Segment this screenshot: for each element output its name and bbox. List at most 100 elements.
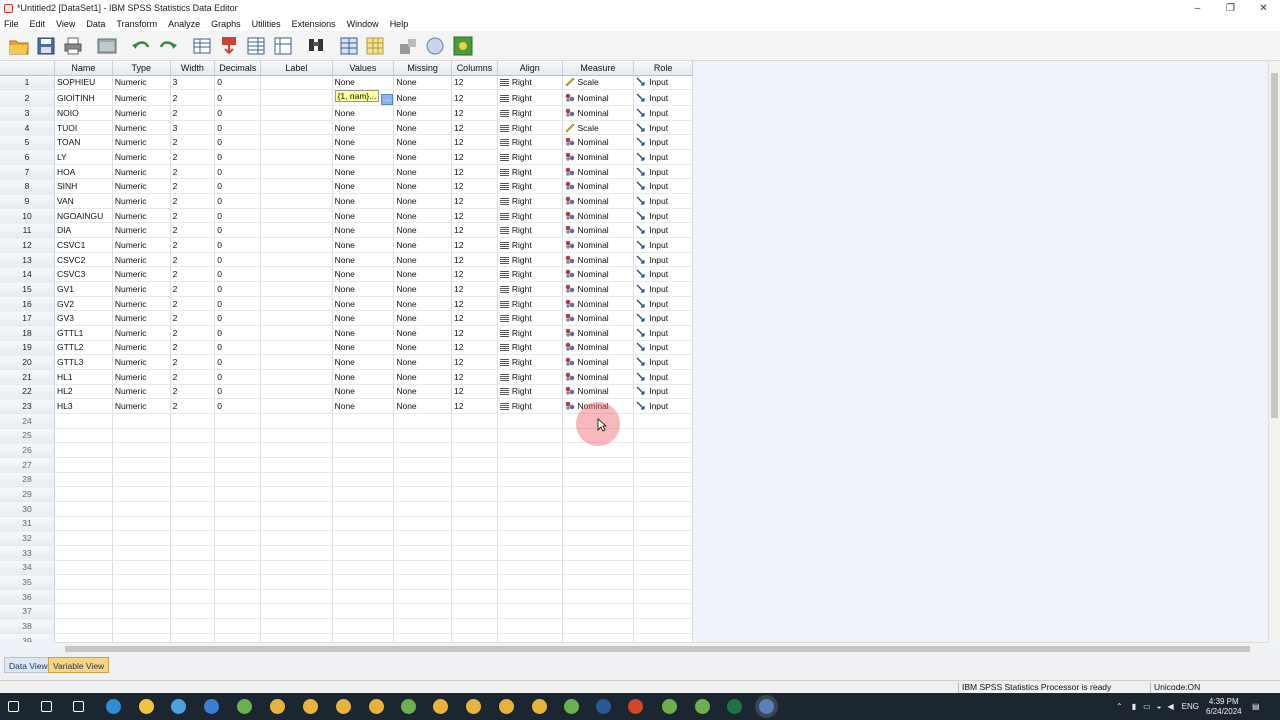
type-cell[interactable]: Numeric: [112, 208, 171, 224]
empty-cell[interactable]: [214, 472, 262, 488]
role-cell[interactable]: Input: [633, 252, 693, 268]
row-number[interactable]: 18: [0, 325, 55, 341]
type-cell[interactable]: Numeric: [112, 149, 171, 165]
label-cell[interactable]: [260, 89, 333, 107]
row-number[interactable]: 22: [0, 384, 55, 400]
columns-cell[interactable]: 12: [451, 89, 498, 107]
empty-cell[interactable]: [170, 530, 216, 546]
empty-cell[interactable]: [633, 501, 693, 517]
empty-cell[interactable]: [332, 603, 395, 620]
empty-cell[interactable]: [170, 574, 216, 590]
row-number[interactable]: 27: [0, 457, 55, 473]
empty-cell[interactable]: [497, 442, 563, 458]
empty-cell[interactable]: [170, 560, 216, 576]
type-cell[interactable]: Numeric: [112, 89, 171, 107]
menu-help[interactable]: Help: [390, 19, 409, 29]
empty-cell[interactable]: [562, 413, 635, 429]
name-cell[interactable]: SINH: [54, 178, 113, 195]
decimals-cell[interactable]: 0: [214, 222, 262, 239]
empty-cell[interactable]: [451, 560, 498, 576]
align-cell[interactable]: Right: [497, 149, 563, 165]
columns-cell[interactable]: 12: [451, 369, 498, 385]
empty-cell[interactable]: [260, 574, 333, 590]
width-cell[interactable]: 2: [170, 354, 216, 370]
empty-cell[interactable]: [260, 413, 333, 429]
label-cell[interactable]: [260, 325, 333, 341]
align-cell[interactable]: Right: [497, 134, 563, 151]
empty-cell[interactable]: [562, 618, 635, 634]
columns-cell[interactable]: 12: [451, 222, 498, 239]
chrome-icon[interactable]: [336, 699, 351, 714]
role-cell[interactable]: Input: [633, 193, 693, 209]
width-cell[interactable]: 3: [170, 75, 216, 91]
empty-cell[interactable]: [451, 589, 498, 605]
value-labels-text[interactable]: {1, nam}...: [334, 90, 380, 103]
powerpoint-icon[interactable]: [628, 699, 643, 714]
columns-cell[interactable]: 12: [451, 105, 498, 121]
menu-edit[interactable]: Edit: [30, 19, 46, 29]
width-cell[interactable]: 2: [170, 164, 216, 180]
missing-cell[interactable]: None: [393, 340, 453, 356]
values-cell[interactable]: None: [332, 310, 395, 326]
notification-icon[interactable]: ▤: [1252, 693, 1260, 720]
columns-cell[interactable]: 12: [451, 208, 498, 224]
name-cell[interactable]: SOPHIEU: [54, 75, 113, 91]
values-cell[interactable]: None: [332, 120, 395, 136]
empty-cell[interactable]: [214, 545, 262, 561]
empty-cell[interactable]: [393, 501, 453, 517]
empty-cell[interactable]: [54, 472, 113, 488]
missing-cell[interactable]: None: [393, 193, 453, 209]
select-cases-icon[interactable]: [398, 35, 420, 57]
empty-cell[interactable]: [497, 530, 563, 546]
width-cell[interactable]: 2: [170, 369, 216, 385]
empty-cell[interactable]: [214, 633, 262, 642]
missing-cell[interactable]: None: [393, 252, 453, 268]
empty-cell[interactable]: [562, 574, 635, 590]
type-cell[interactable]: Numeric: [112, 340, 171, 356]
go-to-variable-icon[interactable]: [218, 35, 240, 57]
values-cell[interactable]: None: [332, 296, 395, 312]
measure-cell[interactable]: Nominal: [562, 193, 635, 209]
decimals-cell[interactable]: 0: [214, 193, 262, 209]
chrome-icon[interactable]: [466, 699, 481, 714]
empty-cell[interactable]: [451, 486, 498, 502]
empty-cell[interactable]: [451, 545, 498, 561]
vertical-scroll-thumb[interactable]: [1271, 73, 1278, 418]
row-number[interactable]: 24: [0, 413, 55, 429]
empty-cell[interactable]: [497, 633, 563, 642]
columns-cell[interactable]: 12: [451, 325, 498, 341]
empty-cell[interactable]: [393, 603, 453, 620]
empty-cell[interactable]: [260, 633, 333, 642]
role-cell[interactable]: Input: [633, 120, 693, 136]
measure-cell[interactable]: Nominal: [562, 398, 635, 414]
empty-cell[interactable]: [54, 633, 113, 642]
type-cell[interactable]: Numeric: [112, 252, 171, 268]
row-number[interactable]: 17: [0, 310, 55, 326]
align-cell[interactable]: Right: [497, 237, 563, 253]
empty-cell[interactable]: [633, 413, 693, 429]
type-cell[interactable]: Numeric: [112, 193, 171, 209]
empty-cell[interactable]: [562, 442, 635, 458]
vertical-scrollbar[interactable]: [1268, 61, 1280, 642]
menu-data[interactable]: Data: [86, 19, 105, 29]
row-number[interactable]: 36: [0, 589, 55, 605]
empty-cell[interactable]: [260, 545, 333, 561]
row-number[interactable]: 8: [0, 178, 55, 195]
type-cell[interactable]: Numeric: [112, 325, 171, 341]
row-number[interactable]: 14: [0, 266, 55, 283]
save-icon[interactable]: [35, 35, 57, 57]
empty-cell[interactable]: [332, 633, 395, 642]
row-number[interactable]: 5: [0, 134, 55, 151]
decimals-cell[interactable]: 0: [214, 281, 262, 297]
values-cell[interactable]: None: [332, 164, 395, 180]
row-number[interactable]: 1: [0, 75, 55, 91]
empty-cell[interactable]: [54, 603, 113, 620]
row-number[interactable]: 9: [0, 193, 55, 209]
name-cell[interactable]: GTTL1: [54, 325, 113, 341]
battery-icon[interactable]: ▭: [1143, 702, 1151, 711]
empty-cell[interactable]: [562, 472, 635, 488]
row-number[interactable]: 20: [0, 354, 55, 370]
missing-cell[interactable]: None: [393, 296, 453, 312]
empty-cell[interactable]: [497, 428, 563, 444]
empty-cell[interactable]: [451, 618, 498, 634]
